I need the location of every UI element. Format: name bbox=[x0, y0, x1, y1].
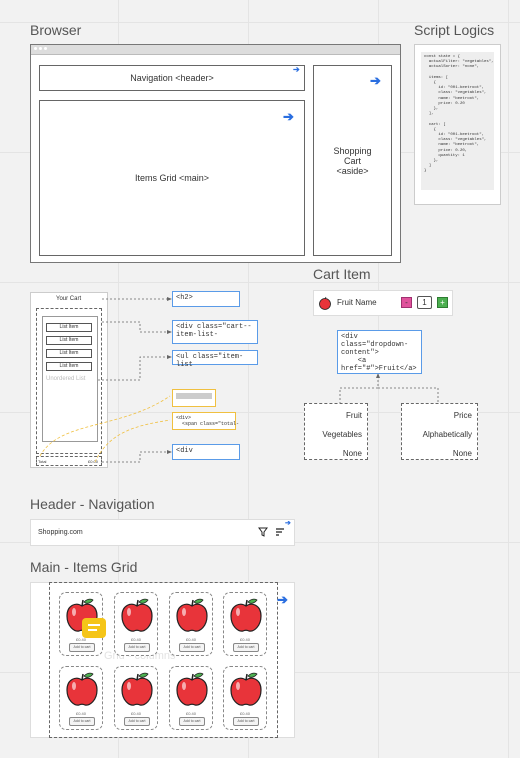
apple-icon bbox=[176, 672, 208, 706]
product-card: £0.40 Add to cart bbox=[223, 592, 267, 656]
product-card: £0.40 Add to cart bbox=[114, 592, 158, 656]
sort-option[interactable]: None bbox=[407, 444, 472, 463]
arrow-icon: ➔ bbox=[277, 592, 288, 607]
apple-icon bbox=[230, 598, 262, 632]
add-to-cart-button[interactable]: Add to cart bbox=[179, 717, 205, 726]
sort-dropdown: Price Alphabetically None bbox=[401, 403, 478, 460]
comment-icon[interactable] bbox=[82, 618, 106, 638]
dropdown-code-box: <div class="dropdown- content"> <a href=… bbox=[337, 330, 422, 374]
add-to-cart-button[interactable]: Add to cart bbox=[179, 643, 205, 652]
product-price: £0.40 bbox=[239, 637, 250, 642]
sort-option[interactable]: Alphabetically bbox=[407, 425, 472, 444]
product-card: £0.40 Add to cart bbox=[169, 666, 213, 730]
add-to-cart-button[interactable]: Add to cart bbox=[69, 717, 95, 726]
product-price: £0.40 bbox=[130, 637, 141, 642]
apple-icon bbox=[230, 672, 262, 706]
product-price: £0.40 bbox=[185, 637, 196, 642]
add-to-cart-button[interactable]: Add to cart bbox=[233, 643, 259, 652]
product-card: £0.40 Add to cart bbox=[114, 666, 158, 730]
decrement-button[interactable]: - bbox=[401, 297, 412, 308]
product-price: £0.40 bbox=[130, 711, 141, 716]
apple-icon bbox=[66, 672, 98, 706]
product-price: £0.40 bbox=[185, 711, 196, 716]
site-name: Shopping.com bbox=[38, 529, 83, 536]
cart-item-name: Fruit Name bbox=[337, 298, 377, 307]
product-price: £0.40 bbox=[239, 711, 250, 716]
add-to-cart-button[interactable]: Add to cart bbox=[124, 643, 150, 652]
add-to-cart-button[interactable]: Add to cart bbox=[233, 717, 259, 726]
product-price: £0.40 bbox=[75, 711, 86, 716]
apple-icon bbox=[121, 598, 153, 632]
filter-option[interactable]: Vegetables bbox=[310, 425, 362, 444]
quantity-display: 1 bbox=[417, 296, 432, 309]
add-to-cart-button[interactable]: Add to cart bbox=[124, 717, 150, 726]
sort-option[interactable]: Price bbox=[407, 406, 472, 425]
product-card: £0.40 Add to cart bbox=[223, 666, 267, 730]
filter-option[interactable]: Fruit bbox=[310, 406, 362, 425]
filter-dropdown: Fruit Vegetables None bbox=[304, 403, 368, 460]
apple-icon bbox=[319, 296, 331, 310]
filter-option[interactable]: None bbox=[310, 444, 362, 463]
filter-icon[interactable] bbox=[258, 527, 268, 537]
apple-icon bbox=[176, 598, 208, 632]
add-to-cart-button[interactable]: Add to cart bbox=[69, 643, 95, 652]
product-card: £0.40 Add to cart bbox=[59, 666, 103, 730]
sort-icon[interactable] bbox=[275, 527, 285, 537]
apple-icon bbox=[121, 672, 153, 706]
product-card: £0.40 Add to cart bbox=[169, 592, 213, 656]
increment-button[interactable]: + bbox=[437, 297, 448, 308]
arrow-icon: ➔ bbox=[285, 520, 291, 527]
cart-item-card bbox=[313, 290, 453, 316]
